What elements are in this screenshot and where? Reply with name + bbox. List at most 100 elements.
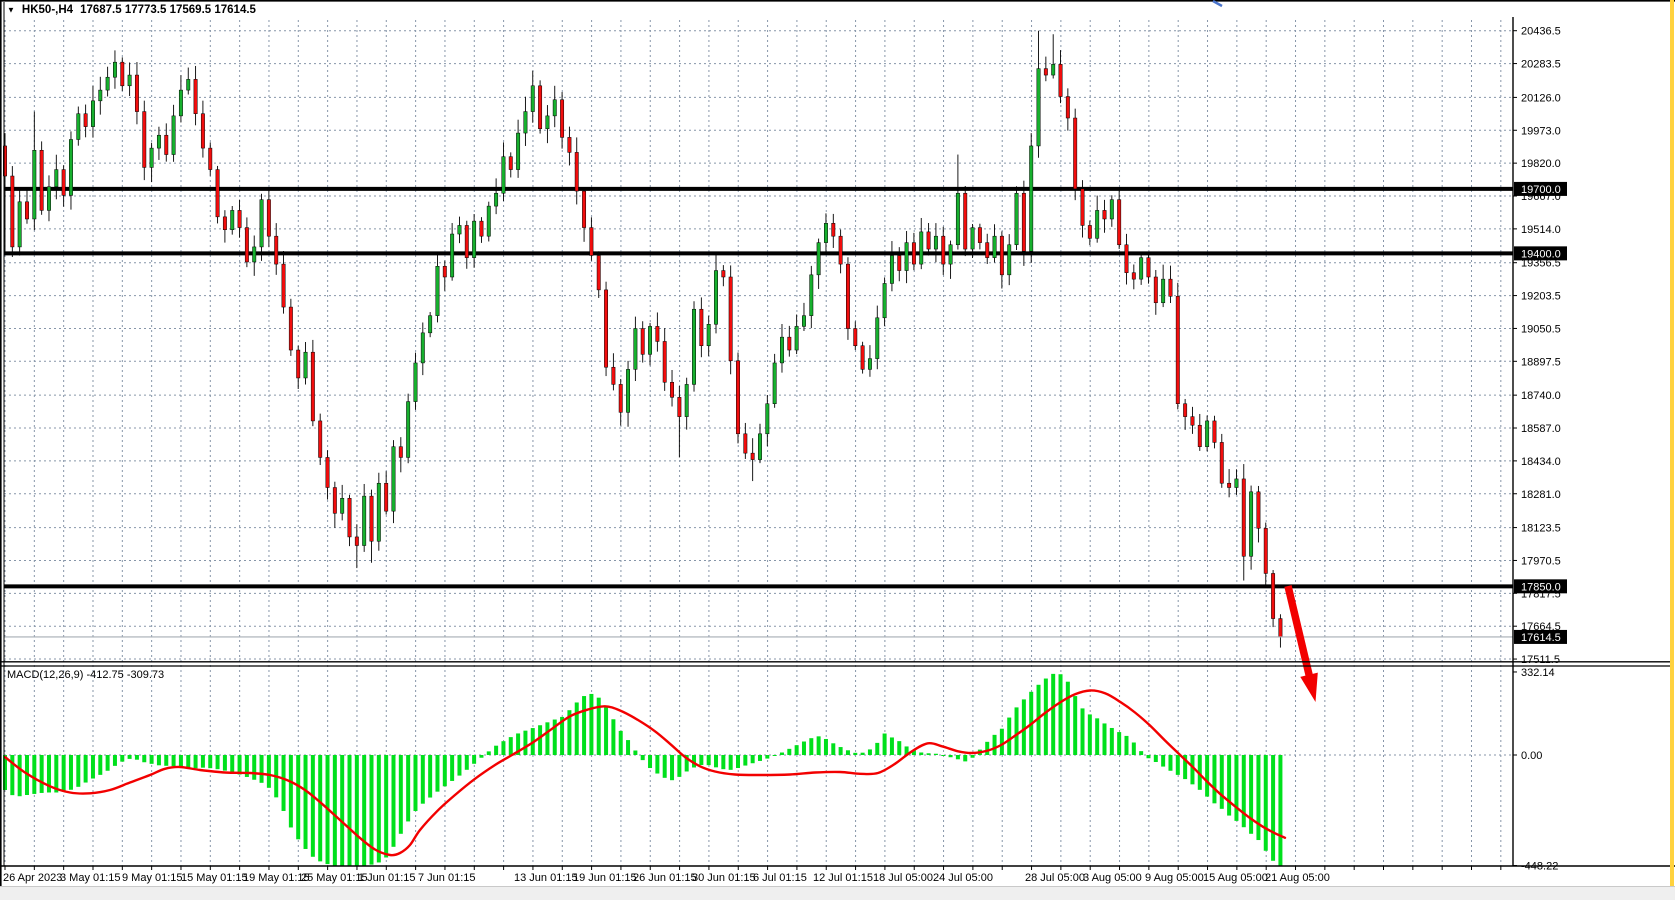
candle [135,62,138,124]
candle [399,437,402,472]
candle [964,186,967,256]
candle [795,315,798,355]
candle [868,345,871,377]
candle [421,322,424,375]
candle [443,261,446,291]
candle [956,155,959,250]
candle [348,495,351,546]
candle [1000,231,1003,288]
candle [1088,221,1091,246]
candle [824,213,827,251]
price-tick-label: 19973.0 [1521,125,1561,137]
sell-arrow[interactable] [1288,586,1318,702]
candle [714,252,717,333]
candle [436,255,439,322]
candle [106,67,109,97]
macd-tick-label: -448.22 [1521,861,1558,873]
dropdown-triangle-icon[interactable]: ▼ [7,7,15,15]
candle [839,230,842,274]
chart-canvas[interactable]: 20436.520283.520126.019973.019820.019667… [0,0,1675,900]
candle [707,316,710,356]
candle [47,175,50,221]
price-tick-label: 18587.0 [1521,423,1561,435]
candle [311,340,314,426]
candle [1139,253,1142,285]
candle [729,265,732,374]
candle [751,438,754,481]
candle [942,227,945,275]
candle [428,312,431,337]
candle [1132,264,1135,289]
chart-window: ▼ HK50-,H4 17687.5 17773.5 17569.5 17614… [0,0,1675,900]
candle [788,326,791,357]
candle [1220,434,1223,488]
window-right-edge [1670,0,1674,886]
candle [634,317,637,381]
candle [260,194,263,261]
candle [890,241,893,291]
date-tick-label: 3 May 01:15 [60,872,121,884]
candle [1213,416,1216,449]
candle [340,485,343,520]
candle [1235,469,1238,495]
candle [758,424,761,463]
candle [275,223,278,275]
candle [905,231,908,283]
candle [370,490,373,563]
price-tick-label: 18740.0 [1521,390,1561,402]
ohlc-values: 17687.5 17773.5 17569.5 17614.5 [80,4,256,16]
date-tick-label: 24 Jul 05:00 [933,872,993,884]
candle [780,324,783,373]
date-tick-label: 6 Jul 01:15 [753,872,807,884]
candle [1117,187,1120,249]
candle [1015,186,1018,250]
candle [986,234,989,264]
candle [1161,265,1164,307]
price-tick-label: 17970.5 [1521,555,1561,567]
candle [832,214,835,248]
candle [99,77,102,115]
candle [993,224,996,262]
macd-signal-line [5,690,1285,855]
candle [766,395,769,446]
candle [157,127,160,160]
candle [553,86,556,127]
candle [1205,415,1208,451]
candle [1008,234,1011,285]
candle [1103,200,1106,233]
candle [121,57,124,91]
candle [406,394,409,464]
candle [62,165,65,206]
candle [355,524,358,568]
candle [538,80,541,133]
candle [201,101,204,158]
candle [223,210,226,242]
candle [1059,50,1062,103]
candle [575,137,578,204]
candle [656,312,659,351]
candle [802,303,805,331]
candle [619,379,622,426]
candle [692,301,695,391]
candle [304,342,307,385]
candle [685,378,688,430]
candle [297,346,300,389]
svg-text:19400.0: 19400.0 [1521,248,1561,260]
price-tick-label: 18123.5 [1521,523,1561,535]
date-tick-label: 15 Aug 05:00 [1203,872,1268,884]
candle [846,257,849,340]
candle [384,471,387,514]
window-bottom-strip [0,886,1675,900]
candle [77,107,80,146]
candle [1147,253,1150,283]
symbol-bar: ▼ HK50-,H4 17687.5 17773.5 17569.5 17614… [7,4,256,16]
candle [1279,614,1282,647]
candle [1198,414,1201,451]
date-tick-label: 26 Jun 01:15 [633,872,697,884]
candle [143,101,146,180]
candle [128,62,131,96]
price-tick-label: 18897.5 [1521,356,1561,368]
candle [480,217,483,243]
candle [1081,180,1084,237]
candle [326,450,329,499]
